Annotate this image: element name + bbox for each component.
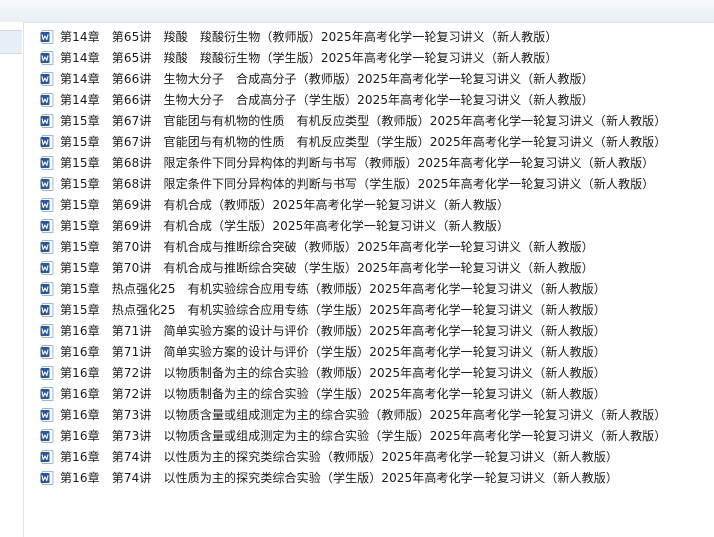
file-name: 第16章 第71讲 简单实验方案的设计与评价（学生版）2025年高考化学一轮复习… [60,345,606,359]
file-row[interactable]: 第15章 第70讲 有机合成与推断综合突破（学生版）2025年高考化学一轮复习讲… [40,257,714,278]
file-name: 第14章 第65讲 羧酸 羧酸衍生物（教师版）2025年高考化学一轮复习讲义（新… [60,30,558,44]
file-row[interactable]: 第15章 热点强化25 有机实验综合应用专练（教师版）2025年高考化学一轮复习… [40,278,714,299]
file-name: 第15章 第68讲 限定条件下同分异构体的判断与书写（教师版）2025年高考化学… [60,156,655,170]
file-name: 第16章 第74讲 以性质为主的探究类综合实验（学生版）2025年高考化学一轮复… [60,471,618,485]
file-name: 第15章 热点强化25 有机实验综合应用专练（教师版）2025年高考化学一轮复习… [60,282,606,296]
file-row[interactable]: 第15章 第69讲 有机合成（学生版）2025年高考化学一轮复习讲义（新人教版） [40,215,714,236]
file-name: 第16章 第71讲 简单实验方案的设计与评价（教师版）2025年高考化学一轮复习… [60,324,606,338]
word-doc-icon [40,71,54,86]
file-row[interactable]: 第15章 第68讲 限定条件下同分异构体的判断与书写（教师版）2025年高考化学… [40,152,714,173]
file-name: 第14章 第66讲 生物大分子 合成高分子（教师版）2025年高考化学一轮复习讲… [60,72,594,86]
word-doc-icon [40,365,54,380]
word-doc-icon [40,281,54,296]
file-name: 第15章 第69讲 有机合成（教师版）2025年高考化学一轮复习讲义（新人教版） [60,198,510,212]
file-row[interactable]: 第16章 第71讲 简单实验方案的设计与评价（学生版）2025年高考化学一轮复习… [40,341,714,362]
word-doc-icon [40,407,54,422]
file-row[interactable]: 第14章 第66讲 生物大分子 合成高分子（教师版）2025年高考化学一轮复习讲… [40,68,714,89]
word-doc-icon [40,323,54,338]
file-row[interactable]: 第15章 热点强化25 有机实验综合应用专练（学生版）2025年高考化学一轮复习… [40,299,714,320]
file-name: 第16章 第72讲 以物质制备为主的综合实验（学生版）2025年高考化学一轮复习… [60,387,606,401]
word-doc-icon [40,50,54,65]
word-doc-icon [40,29,54,44]
file-name: 第14章 第65讲 羧酸 羧酸衍生物（学生版）2025年高考化学一轮复习讲义（新… [60,51,558,65]
file-name: 第15章 第67讲 官能团与有机物的性质 有机反应类型（教师版）2025年高考化… [60,114,667,128]
nav-pane-selected-item[interactable] [0,30,22,54]
file-row[interactable]: 第15章 第69讲 有机合成（教师版）2025年高考化学一轮复习讲义（新人教版） [40,194,714,215]
file-name: 第15章 第68讲 限定条件下同分异构体的判断与书写（学生版）2025年高考化学… [60,177,655,191]
navigation-pane[interactable] [0,22,24,537]
word-doc-icon [40,155,54,170]
file-row[interactable]: 第14章 第65讲 羧酸 羧酸衍生物（教师版）2025年高考化学一轮复习讲义（新… [40,26,714,47]
file-row[interactable]: 第14章 第66讲 生物大分子 合成高分子（学生版）2025年高考化学一轮复习讲… [40,89,714,110]
word-doc-icon [40,449,54,464]
file-name: 第15章 第70讲 有机合成与推断综合突破（教师版）2025年高考化学一轮复习讲… [60,240,594,254]
file-row[interactable]: 第16章 第73讲 以物质含量或组成测定为主的综合实验（教师版）2025年高考化… [40,404,714,425]
word-doc-icon [40,239,54,254]
word-doc-icon [40,218,54,233]
file-name: 第15章 第67讲 官能团与有机物的性质 有机反应类型（学生版）2025年高考化… [60,135,667,149]
word-doc-icon [40,260,54,275]
file-name: 第16章 第73讲 以物质含量或组成测定为主的综合实验（教师版）2025年高考化… [60,408,667,422]
word-doc-icon [40,92,54,107]
file-row[interactable]: 第16章 第74讲 以性质为主的探究类综合实验（教师版）2025年高考化学一轮复… [40,446,714,467]
file-row[interactable]: 第16章 第72讲 以物质制备为主的综合实验（学生版）2025年高考化学一轮复习… [40,383,714,404]
file-row[interactable]: 第15章 第67讲 官能团与有机物的性质 有机反应类型（学生版）2025年高考化… [40,131,714,152]
window-top-bar [0,0,714,23]
word-doc-icon [40,113,54,128]
file-row[interactable]: 第16章 第72讲 以物质制备为主的综合实验（教师版）2025年高考化学一轮复习… [40,362,714,383]
file-row[interactable]: 第14章 第65讲 羧酸 羧酸衍生物（学生版）2025年高考化学一轮复习讲义（新… [40,47,714,68]
file-name: 第16章 第72讲 以物质制备为主的综合实验（教师版）2025年高考化学一轮复习… [60,366,606,380]
word-doc-icon [40,344,54,359]
file-name: 第15章 第70讲 有机合成与推断综合突破（学生版）2025年高考化学一轮复习讲… [60,261,594,275]
word-doc-icon [40,470,54,485]
file-row[interactable]: 第16章 第74讲 以性质为主的探究类综合实验（学生版）2025年高考化学一轮复… [40,467,714,488]
file-row[interactable]: 第16章 第71讲 简单实验方案的设计与评价（教师版）2025年高考化学一轮复习… [40,320,714,341]
file-row[interactable]: 第15章 第67讲 官能团与有机物的性质 有机反应类型（教师版）2025年高考化… [40,110,714,131]
file-row[interactable]: 第16章 第73讲 以物质含量或组成测定为主的综合实验（学生版）2025年高考化… [40,425,714,446]
file-name: 第15章 热点强化25 有机实验综合应用专练（学生版）2025年高考化学一轮复习… [60,303,606,317]
word-doc-icon [40,302,54,317]
word-doc-icon [40,176,54,191]
file-name: 第15章 第69讲 有机合成（学生版）2025年高考化学一轮复习讲义（新人教版） [60,219,510,233]
file-name: 第16章 第74讲 以性质为主的探究类综合实验（教师版）2025年高考化学一轮复… [60,450,618,464]
file-name: 第16章 第73讲 以物质含量或组成测定为主的综合实验（学生版）2025年高考化… [60,429,667,443]
file-row[interactable]: 第15章 第70讲 有机合成与推断综合突破（教师版）2025年高考化学一轮复习讲… [40,236,714,257]
file-list: 第14章 第65讲 羧酸 羧酸衍生物（教师版）2025年高考化学一轮复习讲义（新… [40,26,714,488]
word-doc-icon [40,134,54,149]
file-row[interactable]: 第15章 第68讲 限定条件下同分异构体的判断与书写（学生版）2025年高考化学… [40,173,714,194]
word-doc-icon [40,386,54,401]
word-doc-icon [40,428,54,443]
file-name: 第14章 第66讲 生物大分子 合成高分子（学生版）2025年高考化学一轮复习讲… [60,93,594,107]
word-doc-icon [40,197,54,212]
